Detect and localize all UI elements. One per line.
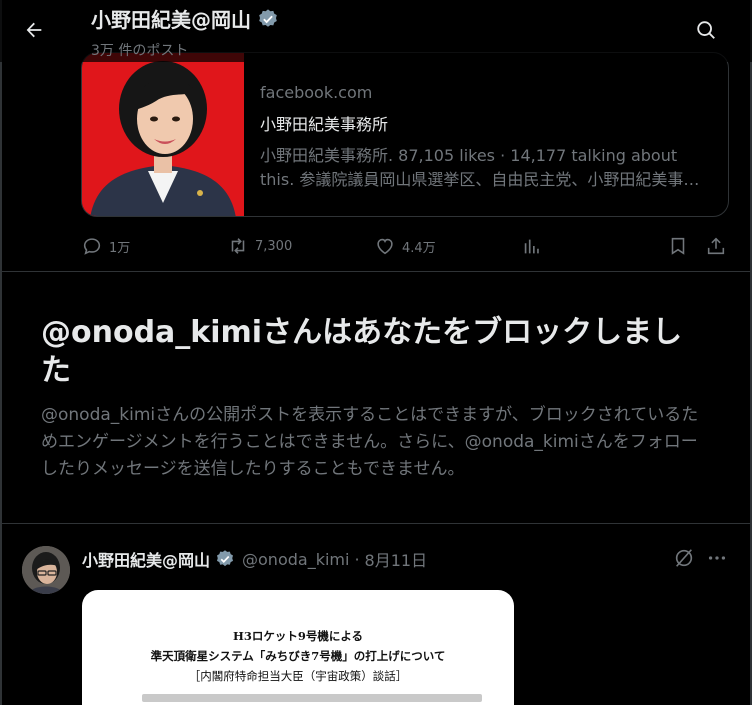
share-icon: [707, 237, 725, 255]
bookmark-button[interactable]: [667, 232, 689, 260]
post-media-document[interactable]: H3ロケット9号機による 準天頂衛星システム「みちびき7号機」の打上げについて …: [82, 590, 514, 705]
document-line-2: 準天頂衛星システム「みちびき7号機」の打上げについて: [150, 649, 446, 663]
repost-icon: [231, 238, 245, 254]
card-body: facebook.com 小野田紀美事務所 小野田紀美事務所. 87,105 l…: [244, 53, 728, 216]
analytics-icon: [524, 239, 539, 254]
grok-button[interactable]: [671, 545, 697, 571]
arrow-left-icon: [26, 22, 42, 38]
post-separator: ·: [354, 549, 360, 569]
document-line-3: ［内閣府特命担当大臣（宇宙政策）談話］: [188, 669, 408, 683]
like-count: 4.4万: [402, 240, 436, 256]
reply-button[interactable]: 1万: [81, 232, 130, 260]
link-preview-card[interactable]: facebook.com 小野田紀美事務所 小野田紀美事務所. 87,105 l…: [81, 52, 729, 217]
profile-header: 小野田紀美@岡山 3万 件のポスト: [0, 0, 752, 62]
blocked-title: @onoda_kimiさんはあなたをブロックしました: [41, 315, 683, 388]
post-date[interactable]: 8月11日: [365, 547, 428, 571]
profile-name: 小野田紀美@岡山: [91, 8, 251, 32]
search-icon: [697, 21, 715, 39]
divider-top: [2, 271, 750, 272]
post-handle[interactable]: @onoda_kimi: [242, 550, 349, 569]
document-line-1: H3ロケット9号機による: [232, 629, 364, 643]
card-domain: facebook.com: [260, 83, 373, 102]
more-options-button[interactable]: [704, 545, 730, 571]
card-description: 小野田紀美事務所. 87,105 likes · 14,177 talking …: [260, 146, 700, 189]
verified-badge-icon: [217, 550, 234, 567]
card-title: 小野田紀美事務所: [260, 115, 389, 134]
post-author-name[interactable]: 小野田紀美@岡山: [82, 547, 210, 571]
heart-icon: [377, 238, 393, 255]
reply-icon: [83, 238, 101, 255]
profile-title: 小野田紀美@岡山: [91, 4, 279, 33]
blocked-message: @onoda_kimiさんの公開ポストを表示することはできますが、ブロックされて…: [41, 405, 699, 479]
post-action-bar: 1万 7,300 4.4万: [81, 232, 729, 260]
bookmark-icon: [671, 237, 685, 255]
card-thumbnail: [82, 53, 244, 216]
repost-button[interactable]: 7,300: [227, 232, 292, 260]
back-button[interactable]: [18, 14, 50, 46]
more-horizontal-icon: [708, 556, 726, 560]
views-button[interactable]: [521, 232, 543, 260]
reply-count: 1万: [109, 240, 131, 256]
search-button[interactable]: [690, 14, 722, 46]
repost-count: 7,300: [255, 238, 293, 254]
verified-badge-icon: [259, 8, 277, 27]
divider-bottom: [2, 523, 750, 524]
post-count: 3万 件のポスト: [91, 43, 189, 59]
portrait-image: [82, 53, 244, 216]
timeline-border-left: [0, 0, 2, 705]
post-header: 小野田紀美@岡山 @onoda_kimi · 8月11日: [82, 547, 427, 571]
avatar[interactable]: [22, 546, 70, 594]
grok-icon: [675, 549, 693, 567]
like-button[interactable]: 4.4万: [374, 232, 436, 260]
share-button[interactable]: [705, 232, 727, 260]
document-cut-text: [142, 694, 482, 702]
avatar-image: [22, 546, 70, 594]
